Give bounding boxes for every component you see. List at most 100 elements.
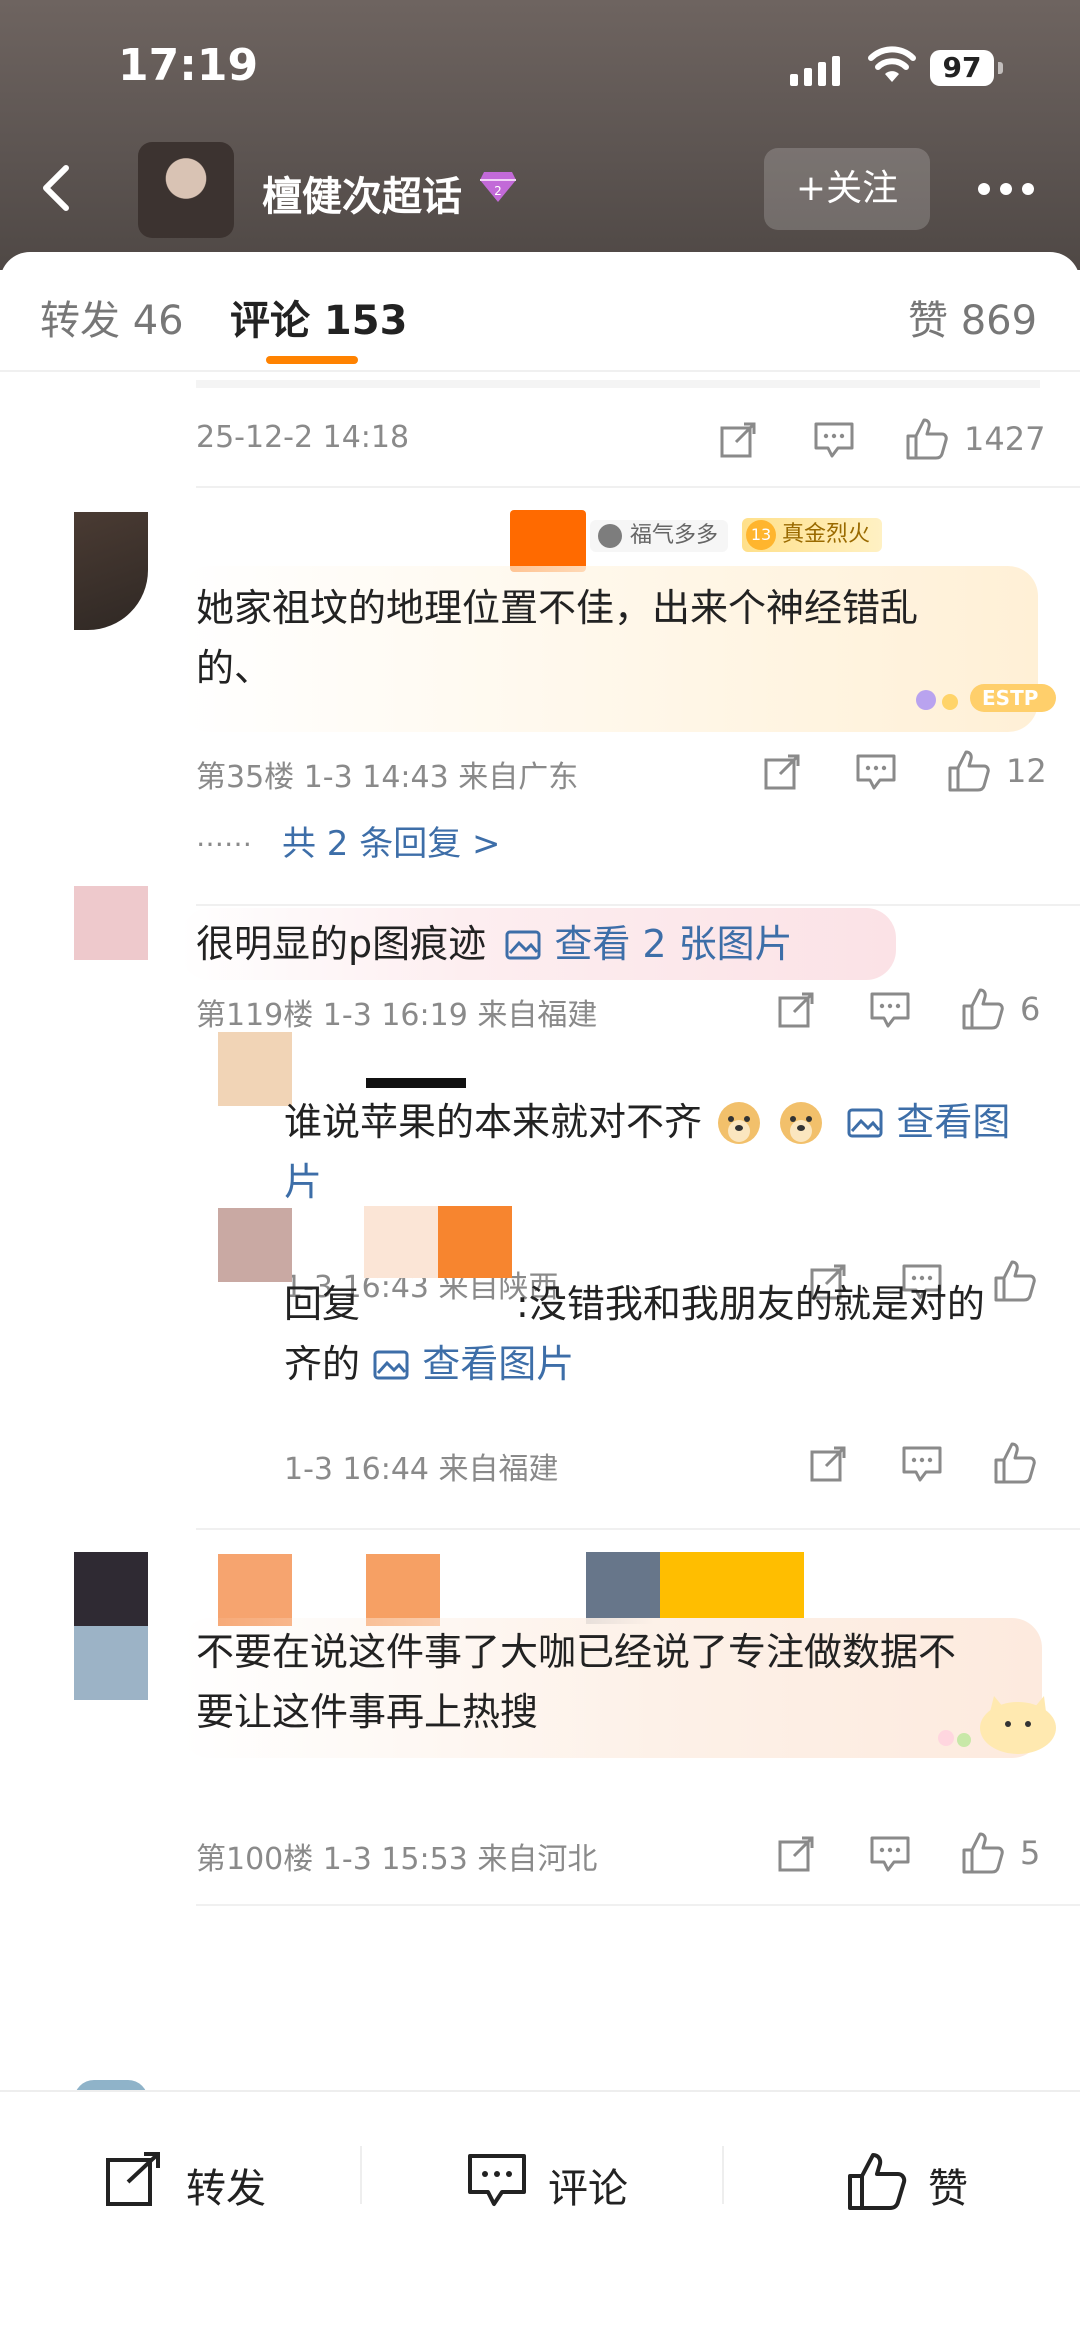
thumbs-up-icon xyxy=(848,2153,907,2210)
share-icon[interactable] xyxy=(718,420,758,460)
reply-meta: 1-3 16:44 来自福建 xyxy=(284,1452,559,1487)
comment-button[interactable]: 评论 xyxy=(466,2140,666,2220)
bar-divider xyxy=(360,2146,362,2204)
diamond-level-icon: 2 xyxy=(480,172,516,202)
view-replies-link[interactable]: 共 2 条回复 > xyxy=(282,816,501,865)
comment-icon[interactable] xyxy=(812,420,856,460)
reply-text-line: :没错我和我朋友的就是对的 xyxy=(516,1282,985,1326)
divider xyxy=(196,1528,1080,1530)
bar-divider xyxy=(722,2146,724,2204)
comment-text-body: 很明显的p图痕迹 xyxy=(196,922,487,966)
divider xyxy=(196,1904,1080,1906)
comment-icon[interactable] xyxy=(868,1834,912,1874)
like-count: 1427 xyxy=(964,420,1046,458)
reply-prefix: 回复 xyxy=(284,1282,361,1326)
cellular-signal-icon xyxy=(790,52,850,86)
view-image-link[interactable]: 查看图片 xyxy=(422,1342,574,1386)
share-icon[interactable] xyxy=(762,752,802,792)
fan-badge: 福气多多 xyxy=(590,520,729,552)
comment-text-line: 她家祖坟的地理位置不佳，出来个神经错乱 xyxy=(196,586,919,630)
svg-text:2: 2 xyxy=(494,184,502,198)
comments-sheet: 转发 46 评论 153 赞 869 25-12-2 14:18 1427 福气… xyxy=(0,252,1080,2337)
image-icon xyxy=(505,930,541,960)
like-icon[interactable] xyxy=(960,986,1006,1032)
wifi-icon xyxy=(868,46,916,82)
reply-avatar[interactable] xyxy=(218,1032,292,1106)
previous-item-edge xyxy=(196,380,1040,388)
reply-text-line: 齐的 xyxy=(284,1342,361,1386)
divider xyxy=(196,486,1080,488)
reply-name-redacted xyxy=(366,1078,466,1088)
comment-icon[interactable] xyxy=(854,752,898,792)
image-icon xyxy=(847,1108,883,1138)
doge-emoji-icon xyxy=(718,1102,761,1144)
tab-bar: 转发 46 评论 153 赞 869 xyxy=(0,252,1080,372)
like-icon[interactable] xyxy=(904,416,950,462)
active-tab-indicator xyxy=(266,356,358,364)
share-icon[interactable] xyxy=(776,1834,816,1874)
commenter-name-redacted xyxy=(510,510,586,572)
replies-ellipsis: …… xyxy=(196,820,252,853)
tab-comments[interactable]: 评论 153 xyxy=(230,288,407,346)
image-icon xyxy=(373,1350,409,1380)
share-icon[interactable] xyxy=(808,1444,848,1484)
reply-avatar[interactable] xyxy=(218,1208,292,1282)
back-arrow-icon[interactable] xyxy=(28,158,88,218)
comment-text[interactable]: 不要在说这件事了大咖已经说了专注做数据不 要让这件事再上热搜 xyxy=(196,1622,956,1742)
view-image-link-wrap[interactable]: 片 xyxy=(284,1152,1010,1212)
view-images-link[interactable]: 查看 2 张图片 xyxy=(554,922,792,966)
battery-level: 97 xyxy=(930,50,994,86)
level-badge-label: 真金烈火 xyxy=(782,522,871,547)
like-icon[interactable] xyxy=(946,748,992,794)
follow-button[interactable]: +关注 xyxy=(764,148,930,230)
like-button[interactable]: 赞 xyxy=(846,2140,1006,2220)
sticker-text: ESTP xyxy=(982,686,1039,710)
more-options-icon[interactable] xyxy=(978,180,1044,199)
view-image-link[interactable]: 查看图 xyxy=(896,1100,1010,1144)
comment-text[interactable]: 很明显的p图痕迹 查看 2 张图片 xyxy=(196,914,793,974)
repost-button[interactable]: 转发 xyxy=(104,2140,304,2220)
tab-likes[interactable]: 赞 869 xyxy=(908,288,1037,346)
comment-meta: 第35楼 1-3 14:43 来自广东 xyxy=(196,760,579,795)
tab-repost[interactable]: 转发 46 xyxy=(40,288,184,346)
divider xyxy=(196,904,1080,906)
commenter-avatar[interactable] xyxy=(74,886,148,960)
like-icon[interactable] xyxy=(960,1830,1006,1876)
comment-text[interactable]: 她家祖坟的地理位置不佳，出来个神经错乱 的、 xyxy=(196,578,918,698)
reply-text-line: 谁说苹果的本来就对不齐 xyxy=(284,1100,703,1144)
repost-label: 转发 xyxy=(186,2166,266,2212)
like-icon[interactable] xyxy=(992,1440,1038,1486)
comment-label: 评论 xyxy=(548,2166,628,2212)
commenter-name-redacted xyxy=(218,1554,292,1626)
share-icon[interactable] xyxy=(776,990,816,1030)
comment-text-line: 不要在说这件事了大咖已经说了专注做数据不 xyxy=(196,1630,957,1674)
comment-icon[interactable] xyxy=(868,990,912,1030)
comment-text-line: 要让这件事再上热搜 xyxy=(196,1690,539,1734)
cat-sticker-icon xyxy=(938,1696,1056,1754)
page-title[interactable]: 檀健次超话 xyxy=(262,164,462,222)
level-badge: 13 真金烈火 xyxy=(742,518,883,552)
commenter-name-redacted xyxy=(660,1552,804,1624)
like-count: 5 xyxy=(1020,1834,1041,1872)
badge-icon xyxy=(598,524,622,548)
supertopic-avatar[interactable] xyxy=(138,142,234,238)
comment-icon[interactable] xyxy=(900,1444,944,1484)
like-icon[interactable] xyxy=(992,1258,1038,1304)
reply-text[interactable]: 谁说苹果的本来就对不齐 查看图 片 xyxy=(284,1092,1010,1212)
repost-icon xyxy=(106,2152,160,2206)
post-date: 25-12-2 14:18 xyxy=(196,420,410,455)
reply-name-redacted xyxy=(364,1206,438,1278)
status-time: 17:19 xyxy=(118,40,259,91)
reply-text[interactable]: 回复 :没错我和我朋友的就是对的 齐的 查看图片 xyxy=(284,1274,985,1394)
comment-bubble-icon xyxy=(468,2154,526,2206)
doge-emoji-icon xyxy=(780,1102,823,1144)
like-count: 12 xyxy=(1006,752,1047,790)
fan-badge-label: 福气多多 xyxy=(630,523,719,548)
battery-cap-icon xyxy=(998,62,1003,74)
like-label: 赞 xyxy=(928,2166,968,2212)
top-nav: 檀健次超话 2 +关注 xyxy=(0,140,1080,250)
commenter-name-redacted xyxy=(366,1554,440,1626)
comment-meta: 第100楼 1-3 15:53 来自河北 xyxy=(196,1842,598,1877)
commenter-avatar[interactable] xyxy=(74,1552,148,1700)
commenter-avatar[interactable] xyxy=(74,512,148,630)
